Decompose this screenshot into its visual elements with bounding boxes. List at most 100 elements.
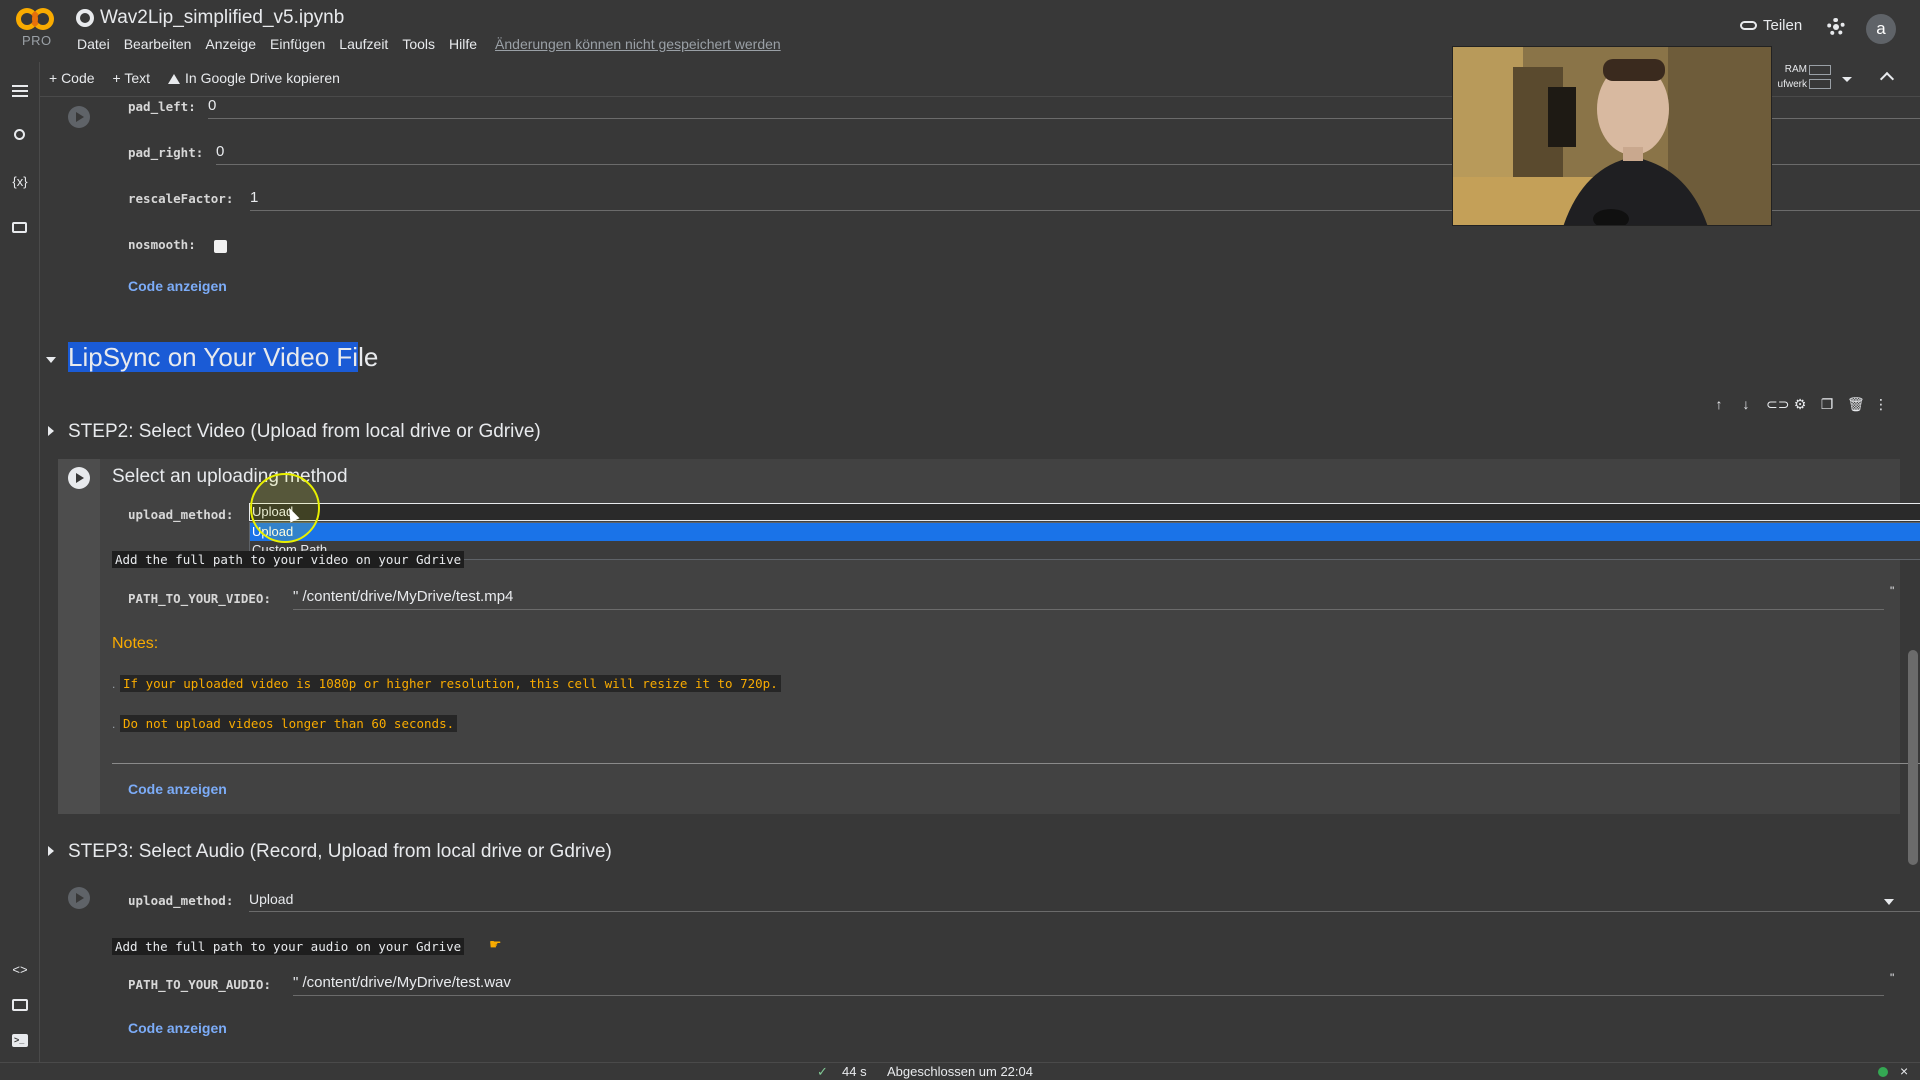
webcam-image [1453,47,1771,225]
step3-upload-method-select[interactable]: Upload [249,891,293,907]
step3-run-button[interactable] [68,887,90,909]
share-label: Teilen [1763,17,1803,34]
step3-chevron-down-icon[interactable] [1884,899,1894,905]
copy-to-drive-button[interactable]: In Google Drive kopieren [159,66,349,90]
menu-hilfe[interactable]: Hilfe [442,34,484,54]
dropdown-option-custom-path[interactable]: Custom Path [250,541,1920,559]
ram-meter [1809,65,1831,75]
menu-einfuegen[interactable]: Einfügen [263,34,332,54]
unsaved-notice[interactable]: Änderungen können nicht gespeichert werd… [488,34,788,54]
check-icon: ✓ [817,1064,828,1079]
step3-expand-icon[interactable] [48,846,54,856]
section-title-selected: LipSync on Your Video Fi [68,342,359,372]
step2-divider [112,763,1920,764]
cell-settings-icon[interactable]: ⚙ [1793,396,1807,413]
menu-bearbeiten[interactable]: Bearbeiten [117,34,199,54]
step3-path-input[interactable]: " /content/drive/MyDrive/test.wav [293,974,511,991]
status-bar: ✓ 44 s Abgeschlossen um 22:04 × [0,1062,1920,1080]
step2-title[interactable]: STEP2: Select Video (Upload from local d… [68,421,541,443]
dropdown-option-upload[interactable]: Upload [250,523,1920,541]
notebook-main: pad_left: 0 pad_right: 0 rescaleFactor: … [40,97,1920,1062]
step2-cell-gutter [58,459,100,814]
step2-form-title: Select an uploading method [112,466,348,487]
resource-meters[interactable] [1809,65,1831,93]
search-icon[interactable] [14,129,25,140]
trash-icon[interactable]: 🗑 [1847,396,1865,413]
pointing-hand-icon: ☛ [489,936,502,952]
menu-bar: Datei Bearbeiten Anzeige Einfügen Laufze… [70,34,788,54]
show-code-link[interactable]: Code anzeigen [128,278,227,294]
step2-gdrive-hint: Add the full path to your video on your … [112,551,465,568]
execution-time: 44 s [842,1064,867,1079]
command-palette-icon[interactable] [12,999,28,1011]
completion-status[interactable]: Abgeschlossen um 22:04 [887,1064,1033,1079]
toc-icon[interactable] [12,85,28,97]
arrow-down-icon[interactable]: ↓ [1739,396,1753,413]
step3-show-code-link[interactable]: Code anzeigen [128,1020,227,1036]
gear-icon[interactable] [1827,18,1845,36]
pro-badge: PRO [22,33,52,48]
step2-upload-method-label: upload_method: [128,507,234,522]
link-icon [1740,21,1757,30]
github-icon [76,9,94,27]
note-bullet: . [112,677,116,691]
webcam-overlay [1452,46,1772,226]
arrow-up-icon[interactable]: ↑ [1712,396,1726,413]
nosmooth-label: nosmooth: [128,237,196,252]
menu-datei[interactable]: Datei [70,34,117,54]
step2-path-underline [293,609,1884,610]
rescale-factor-input[interactable]: 1 [250,189,258,206]
mirror-cell-icon[interactable]: ❐ [1820,396,1834,413]
copy-to-drive-label: In Google Drive kopieren [185,70,340,86]
share-button[interactable]: Teilen [1740,17,1802,34]
avatar[interactable]: a [1866,14,1896,44]
step3-title[interactable]: STEP3: Select Audio (Record, Upload from… [68,841,612,863]
section-collapse-icon[interactable] [46,357,56,363]
note-duration: Do not upload videos longer than 60 seco… [120,715,458,732]
step3-path-end-quote: " [1890,971,1895,985]
variables-icon[interactable]: {x} [12,174,28,190]
notebook-title[interactable]: Wav2Lip_simplified_v5.ipynb [76,7,344,29]
step2-expand-icon[interactable] [48,426,54,436]
folder-icon[interactable] [12,222,27,233]
step2-show-code-link[interactable]: Code anzeigen [128,781,227,797]
terminal-icon[interactable]: >_ [12,1034,28,1047]
step2-run-button[interactable] [68,467,90,489]
nosmooth-checkbox[interactable] [214,240,227,253]
resource-labels[interactable]: RAM ufwerk [1775,62,1807,92]
add-code-button[interactable]: + Code [40,66,104,90]
close-icon[interactable]: × [1900,1063,1908,1079]
pad-left-input[interactable]: 0 [208,97,216,114]
step2-path-end-quote: " [1890,584,1895,598]
pad-right-input[interactable]: 0 [216,143,224,160]
notes-title: Notes: [112,635,159,652]
ram-label: RAM [1784,64,1807,75]
runtime-dropdown-caret-icon[interactable] [1842,77,1852,82]
step3-gdrive-hint: Add the full path to your audio on your … [112,938,465,955]
section-title[interactable]: LipSync on Your Video File [68,342,378,373]
colab-logo[interactable]: PRO [14,6,58,50]
run-cell-button[interactable] [68,106,90,128]
vertical-scrollbar[interactable] [1908,650,1918,865]
menu-laufzeit[interactable]: Laufzeit [332,34,395,54]
step2-upload-method-select[interactable]: Upload [249,503,1920,521]
menu-tools[interactable]: Tools [395,34,442,54]
step3-upload-method-label: upload_method: [128,893,234,908]
step2-upload-method-dropdown: Upload Custom Path [249,522,1920,560]
code-snippets-icon[interactable]: <> [12,962,28,978]
connection-status-icon[interactable] [1878,1067,1888,1077]
section-title-rest: le [358,342,379,372]
notebook-title-text[interactable]: Wav2Lip_simplified_v5.ipynb [100,7,344,29]
step3-path-label: PATH_TO_YOUR_AUDIO: [128,977,271,992]
step2-path-input[interactable]: " /content/drive/MyDrive/test.mp4 [293,588,513,605]
logo-ring-right [32,8,54,30]
note-bullet: . [112,717,116,731]
note-resolution: If your uploaded video is 1080p or highe… [120,675,781,692]
drive-icon [168,74,181,84]
add-text-button[interactable]: + Text [104,66,160,90]
pad-right-label: pad_right: [128,145,204,160]
step3-select-underline [249,911,1920,912]
menu-anzeige[interactable]: Anzeige [198,34,263,54]
more-vert-icon[interactable]: ⋮ [1874,396,1888,413]
cell-link-icon[interactable]: ⊂⊃ [1766,396,1789,413]
